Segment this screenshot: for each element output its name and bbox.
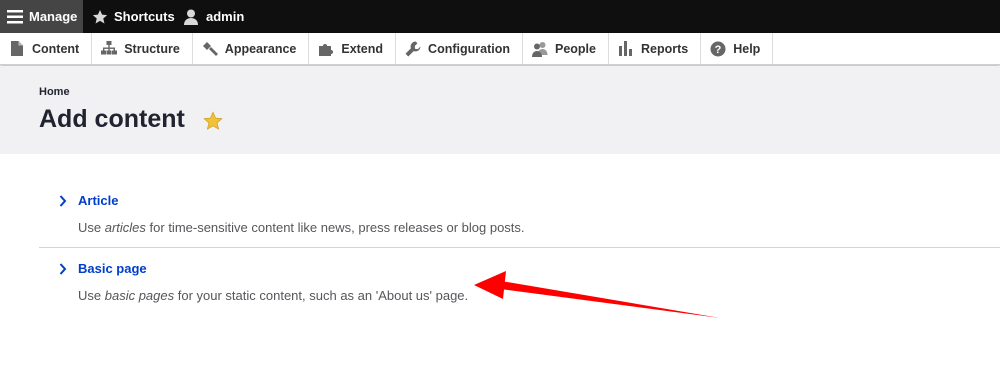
- user-icon: [182, 8, 200, 26]
- help-icon: ?: [710, 41, 726, 57]
- tray-item-label: Structure: [124, 41, 180, 56]
- paintbrush-icon: [202, 41, 218, 57]
- content-type-list: Article Use articles for time-sensitive …: [39, 170, 1000, 328]
- tray-item-label: Content: [32, 41, 80, 56]
- tray-item-reports[interactable]: Reports: [609, 33, 702, 64]
- chevron-right-icon: [59, 194, 69, 207]
- star-icon: [92, 8, 108, 26]
- basic-page-description: Use basic pages for your static content,…: [78, 288, 469, 303]
- tray-item-label: Extend: [341, 41, 384, 56]
- tray-item-configuration[interactable]: Configuration: [396, 33, 523, 64]
- tray-item-structure[interactable]: Structure: [92, 33, 193, 64]
- admin-toolbar: Manage Shortcuts admin: [0, 0, 1000, 33]
- tray-item-label: Reports: [640, 41, 689, 56]
- manage-button[interactable]: Manage: [0, 0, 83, 33]
- chevron-right-icon: [59, 262, 69, 275]
- hamburger-icon: [7, 8, 23, 26]
- tray-item-appearance[interactable]: Appearance: [193, 33, 310, 64]
- shortcuts-label: Shortcuts: [114, 9, 175, 24]
- tray-item-people[interactable]: People: [523, 33, 609, 64]
- breadcrumb-home[interactable]: Home: [39, 86, 70, 98]
- tray-item-label: Appearance: [224, 41, 297, 56]
- puzzle-icon: [318, 41, 334, 57]
- manage-label: Manage: [29, 9, 78, 24]
- user-label: admin: [206, 9, 245, 24]
- list-item: Article Use articles for time-sensitive …: [39, 170, 1000, 248]
- tray-item-extend[interactable]: Extend: [309, 33, 397, 64]
- document-icon: [9, 41, 25, 57]
- people-icon: [531, 41, 548, 57]
- tray-item-help[interactable]: ? Help: [701, 33, 774, 64]
- tray-item-label: Configuration: [428, 41, 510, 56]
- page-header: Home Add content: [0, 66, 1000, 154]
- basic-page-link[interactable]: Basic page: [78, 261, 147, 276]
- sitemap-icon: [101, 41, 118, 57]
- tray-item-content[interactable]: Content: [0, 33, 93, 64]
- article-link[interactable]: Article: [78, 193, 118, 208]
- tray-item-label: People: [554, 41, 596, 56]
- svg-text:?: ?: [715, 44, 722, 56]
- tray-item-label: Help: [733, 41, 761, 56]
- favorite-star-icon[interactable]: [203, 111, 223, 131]
- wrench-icon: [405, 41, 421, 57]
- bar-chart-icon: [618, 41, 634, 57]
- shortcuts-button[interactable]: Shortcuts: [83, 0, 177, 33]
- list-item: Basic page Use basic pages for your stat…: [39, 248, 1000, 328]
- article-description: Use articles for time-sensitive content …: [78, 220, 525, 235]
- admin-tray: Content Structure Appearance Extend Conf…: [0, 33, 1000, 65]
- user-menu-button[interactable]: admin: [177, 0, 254, 33]
- page-title: Add content: [39, 105, 185, 133]
